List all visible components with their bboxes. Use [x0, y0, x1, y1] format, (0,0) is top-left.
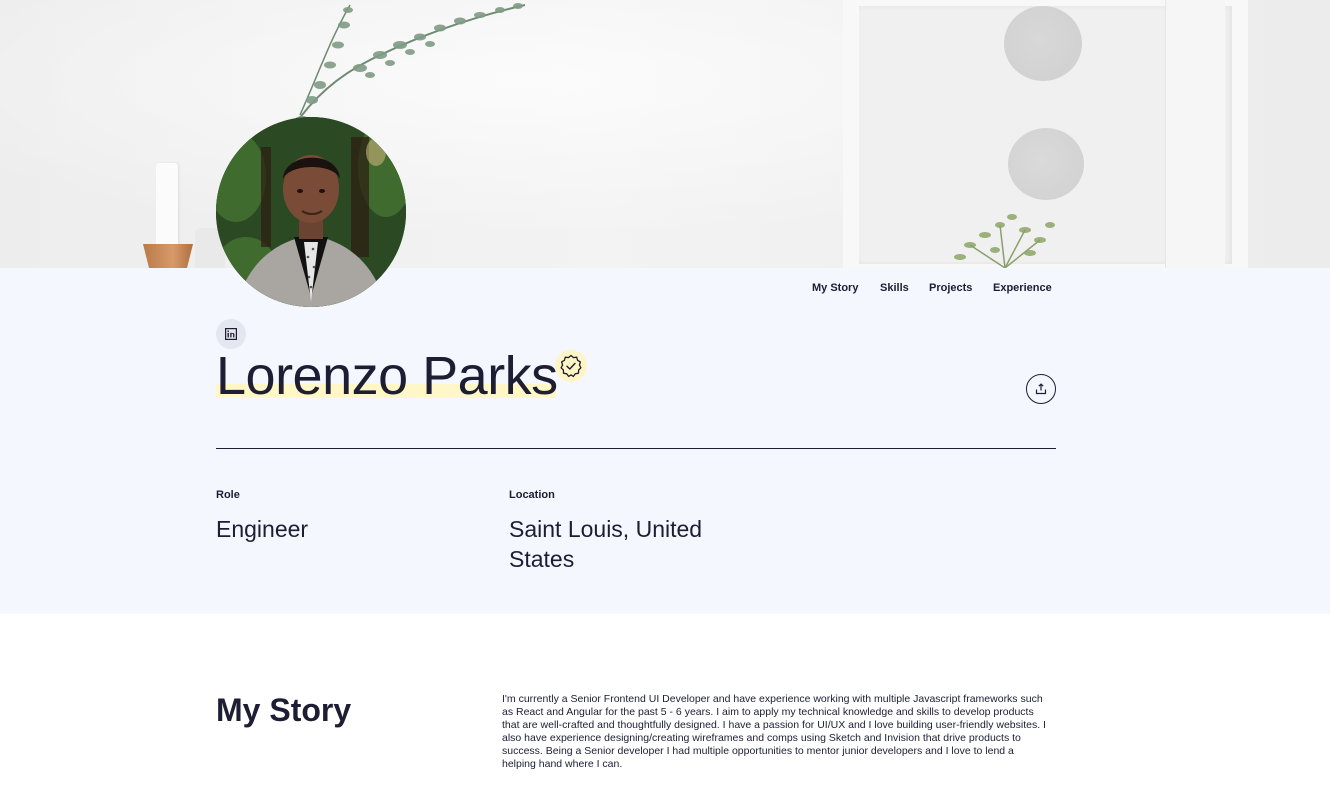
location-value-line1: Saint Louis, United: [509, 516, 703, 542]
story-line: also have experience designing/creating …: [502, 732, 1021, 744]
story-line: success. Being a Senior developer I had …: [502, 745, 1014, 757]
section-divider: [216, 448, 1056, 449]
verified-badge: [555, 350, 587, 382]
profile-name: Lorenzo Parks: [216, 346, 558, 406]
role-value: Engineer: [216, 516, 309, 542]
nav-experience[interactable]: Experience: [993, 282, 1052, 294]
location-label: Location: [509, 489, 555, 501]
nav-my-story[interactable]: My Story: [812, 282, 858, 294]
location-value-line2: States: [509, 546, 575, 572]
story-line: as React and Angular for the past 5 - 6 …: [502, 706, 1034, 718]
story-line: helping hand where I can.: [502, 758, 623, 770]
profile-section: [0, 268, 1330, 614]
story-line: that are well-crafted and thoughtfully d…: [502, 719, 1046, 731]
verified-badge-icon: [560, 354, 582, 378]
share-button[interactable]: [1026, 374, 1056, 404]
story-text: I'm currently a Senior Frontend UI Devel…: [502, 693, 1054, 771]
story-heading: My Story: [216, 692, 352, 728]
candle-image: [156, 163, 178, 245]
role-label: Role: [216, 489, 240, 501]
hero-banner: [0, 0, 1330, 268]
succulent-plant-image: [954, 214, 1055, 268]
nav-projects[interactable]: Projects: [929, 282, 972, 294]
story-line: I'm currently a Senior Frontend UI Devel…: [502, 693, 1043, 705]
share-icon: [1035, 383, 1047, 395]
avatar: [216, 117, 406, 307]
candle-holder-image: [143, 244, 193, 268]
profile-photo-image: [216, 117, 406, 307]
linkedin-icon: [225, 328, 237, 340]
nav-skills[interactable]: Skills: [880, 282, 909, 294]
